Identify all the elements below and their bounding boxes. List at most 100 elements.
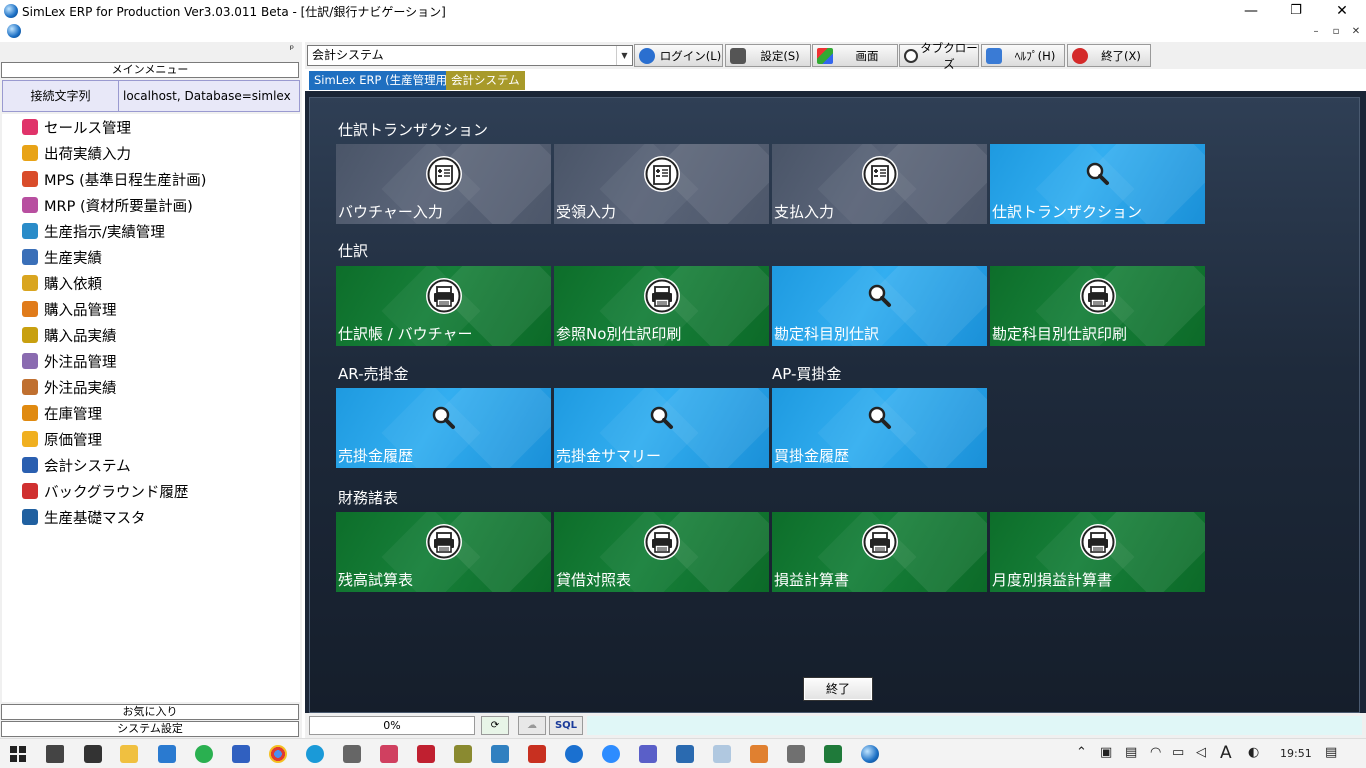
battery-icon[interactable]: ▭ — [1172, 745, 1184, 760]
system-select[interactable]: 会計システム ▼ — [307, 45, 633, 66]
line-app-icon[interactable] — [195, 745, 213, 763]
ime-icon[interactable]: ◐ — [1248, 745, 1259, 760]
menu-item[interactable]: 出荷実績入力 — [22, 142, 131, 164]
app-icon-12[interactable] — [454, 745, 472, 763]
volume-icon[interactable]: ◁ — [1196, 745, 1206, 760]
menu-item[interactable]: 外注品管理 — [22, 350, 117, 372]
menu-item[interactable]: 原価管理 — [22, 428, 102, 450]
tile-label: 受領入力 — [556, 203, 617, 221]
windows-start-icon[interactable] — [10, 746, 26, 762]
menu-item[interactable]: 生産基礎マスタ — [22, 506, 146, 528]
section-title-journal: 仕訳 — [338, 242, 369, 260]
refresh-status-button[interactable]: ⟳ — [481, 716, 509, 735]
menu-item[interactable]: バックグラウンド履歴 — [22, 480, 188, 502]
menu-item[interactable]: MPS (基準日程生産計画) — [22, 168, 206, 190]
favorites-header[interactable]: お気に入り — [1, 704, 299, 720]
minimize-button[interactable]: — — [1228, 0, 1274, 22]
pin-icon[interactable]: ᵖ — [290, 44, 294, 55]
terminal-app-icon[interactable] — [84, 745, 102, 763]
tab-close-button[interactable]: タブクローズ — [899, 41, 979, 71]
screen-button[interactable]: 画面 — [812, 44, 898, 67]
printer-icon — [1078, 276, 1118, 316]
close-button[interactable]: ✕ — [1319, 0, 1365, 22]
search-icon — [860, 276, 900, 316]
app-icon-4[interactable] — [158, 745, 176, 763]
mdi-globe-icon[interactable] — [7, 24, 21, 38]
tile-button[interactable]: 受領入力 — [554, 144, 769, 224]
tile-button[interactable]: 参照No別仕訳印刷 — [554, 266, 769, 346]
app-icon-13[interactable] — [491, 745, 509, 763]
excel-app-icon[interactable] — [824, 745, 842, 763]
file-explorer-app-icon[interactable] — [120, 745, 138, 763]
menu-item-icon — [22, 353, 38, 369]
help-button[interactable]: ﾍﾙﾌﾟ(H) — [981, 44, 1065, 67]
menu-item[interactable]: セールス管理 — [22, 116, 131, 138]
menu-item[interactable]: 会計システム — [22, 454, 131, 476]
menu-item-icon — [22, 249, 38, 265]
settings-button[interactable]: 設定(S) — [725, 44, 811, 67]
menu-item-icon — [22, 431, 38, 447]
task-view-icon[interactable] — [46, 745, 64, 763]
tile-button[interactable]: 残高試算表 — [336, 512, 551, 592]
menu-item[interactable]: 在庫管理 — [22, 402, 102, 424]
mdi-minimize-button[interactable]: – — [1308, 25, 1324, 39]
tile-button[interactable]: 貸借対照表 — [554, 512, 769, 592]
main-menu-header[interactable]: メインメニュー — [1, 62, 299, 78]
cloud-status-button[interactable]: ☁ — [518, 716, 546, 735]
app-icon-18[interactable] — [676, 745, 694, 763]
maximize-button[interactable]: ❐ — [1273, 0, 1319, 22]
app-globe-icon — [4, 4, 18, 18]
mdi-close-button[interactable]: ✕ — [1348, 25, 1364, 39]
app-icon-6[interactable] — [232, 745, 250, 763]
chevron-down-icon[interactable]: ▼ — [616, 46, 632, 65]
tile-button[interactable]: バウチャー入力 — [336, 144, 551, 224]
calculator-app-icon[interactable] — [787, 745, 805, 763]
filezilla-app-icon[interactable] — [528, 745, 546, 763]
tile-button[interactable]: 売掛金サマリー — [554, 388, 769, 468]
clock[interactable]: 19:51 — [1280, 747, 1312, 760]
ime-mode[interactable]: A — [1220, 743, 1232, 763]
voucher-icon — [424, 154, 464, 194]
simlex-app-icon[interactable] — [861, 745, 879, 763]
section-title-ap: AP-買掛金 — [772, 365, 842, 383]
app-icon-11[interactable] — [417, 745, 435, 763]
app-icon-20[interactable] — [750, 745, 768, 763]
tray-icon-2[interactable]: ▤ — [1125, 745, 1137, 760]
teamviewer-app-icon[interactable] — [565, 745, 583, 763]
teams-app-icon[interactable] — [639, 745, 657, 763]
tab-simlex-erp[interactable]: SimLex ERP (生産管理用) — [309, 71, 457, 90]
menu-item[interactable]: 生産指示/実績管理 — [22, 220, 165, 242]
tile-button[interactable]: 月度別損益計算書 — [990, 512, 1205, 592]
system-settings-header[interactable]: システム設定 — [1, 721, 299, 737]
tile-button[interactable]: 勘定科目別仕訳印刷 — [990, 266, 1205, 346]
exit-button[interactable]: 終了 — [803, 677, 873, 701]
notification-icon[interactable]: ▤ — [1325, 745, 1337, 760]
zoom-app-icon[interactable] — [602, 745, 620, 763]
login-button[interactable]: ログイン(L) — [634, 44, 723, 67]
menu-item[interactable]: 生産実績 — [22, 246, 102, 268]
tile-button[interactable]: 支払入力 — [772, 144, 987, 224]
app-icon-19[interactable] — [713, 745, 731, 763]
exit-toolbar-button[interactable]: 終了(X) — [1067, 44, 1151, 67]
tray-icon-1[interactable]: ▣ — [1100, 745, 1112, 760]
tile-button[interactable]: 仕訳トランザクション — [990, 144, 1205, 224]
app-icon-9[interactable] — [343, 745, 361, 763]
tile-button[interactable]: 勘定科目別仕訳 — [772, 266, 987, 346]
tile-button[interactable]: 買掛金履歴 — [772, 388, 987, 468]
menu-item[interactable]: 外注品実績 — [22, 376, 117, 398]
edge-app-icon[interactable] — [306, 745, 324, 763]
menu-item[interactable]: 購入品実績 — [22, 324, 117, 346]
tile-button[interactable]: 仕訳帳 / バウチャー — [336, 266, 551, 346]
mdi-restore-button[interactable]: ▫ — [1328, 25, 1344, 39]
menu-item[interactable]: 購入品管理 — [22, 298, 117, 320]
wifi-icon[interactable]: ◠ — [1150, 745, 1161, 760]
tile-button[interactable]: 損益計算書 — [772, 512, 987, 592]
tab-accounting-system[interactable]: 会計システム — [446, 71, 525, 90]
app-icon-10[interactable] — [380, 745, 398, 763]
chevron-up-icon[interactable]: ⌃ — [1076, 745, 1087, 760]
menu-item[interactable]: 購入依頼 — [22, 272, 102, 294]
tile-button[interactable]: 売掛金履歴 — [336, 388, 551, 468]
chrome-app-icon[interactable] — [269, 745, 287, 763]
menu-item[interactable]: MRP (資材所要量計画) — [22, 194, 193, 216]
sql-button[interactable]: SQL — [549, 716, 583, 735]
